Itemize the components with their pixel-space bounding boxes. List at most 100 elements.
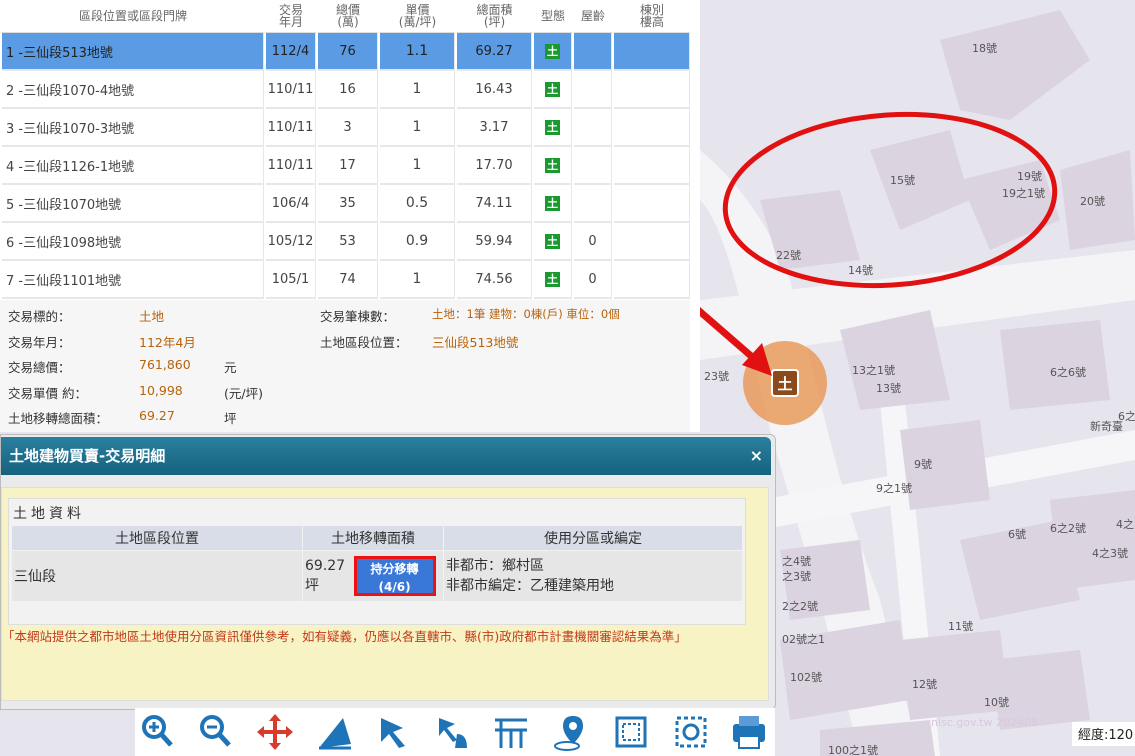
row-floors [614, 71, 690, 109]
row-total-price: 53 [318, 223, 378, 261]
frame-icon[interactable] [611, 712, 651, 752]
transaction-detail-dialog: 土地建物買賣-交易明細 × 土地資料 土地區段位置 土地移轉面積 使用分區或編定… [0, 434, 776, 710]
row-unit-price: 0.5 [380, 185, 455, 223]
dialog-title-bar[interactable]: 土地建物買賣-交易明細 × [1, 437, 771, 475]
row-date: 105/12 [266, 223, 316, 261]
land-col-zoning: 使用分區或編定 [444, 526, 742, 550]
land-area-cell: 69.27 坪 持分移轉 (4/6) [303, 551, 443, 601]
row-area: 74.56 [457, 261, 532, 299]
col-header-type: 型態 [534, 0, 572, 33]
row-total-price: 76 [318, 33, 378, 71]
row-floors [614, 109, 690, 147]
print-icon[interactable] [729, 712, 769, 752]
share-transfer-button[interactable]: 持分移轉 (4/6) [353, 556, 436, 596]
row-location: 2 -三仙段1070-4地號 [2, 71, 264, 109]
map-label: 02號之1 [782, 632, 825, 646]
summary-total-label: 交易總價： [8, 360, 71, 375]
zoom-out-icon[interactable] [195, 712, 235, 752]
row-age [574, 147, 612, 185]
summary-count-value: 土地：1筆 建物：0棟(戶) 車位：0個 [432, 307, 620, 321]
table-row[interactable]: 7 -三仙段1101地號 105/1 74 1 74.56 土 0 [2, 261, 690, 299]
row-location: 5 -三仙段1070地號 [2, 185, 264, 223]
map-label: 6之2號 [1050, 521, 1086, 535]
map-label: 19之1號 [1002, 186, 1045, 200]
map-label: 之4號 [782, 554, 811, 568]
table-row[interactable]: 3 -三仙段1070-3地號 110/11 3 1 3.17 土 [2, 109, 690, 147]
land-section-heading: 土地資料 [13, 506, 85, 522]
zoom-in-icon[interactable] [137, 712, 177, 752]
map-label: 9號 [914, 458, 932, 471]
row-date: 105/1 [266, 261, 316, 299]
close-icon[interactable]: × [750, 437, 763, 475]
land-col-area: 土地移轉面積 [303, 526, 443, 550]
row-area: 17.70 [457, 147, 532, 185]
map-label: 4之 [1116, 517, 1134, 531]
land-info-table: 土地區段位置 土地移轉面積 使用分區或編定 三仙段 69.27 坪 持分移轉 (… [11, 525, 743, 602]
summary-target-value: 土地 [139, 309, 165, 324]
summary-area-unit: 坪 [224, 411, 237, 426]
row-age: 0 [574, 223, 612, 261]
col-header-total: 總價 (萬) [318, 0, 378, 33]
row-type: 土 [534, 261, 572, 299]
map-label: 15號 [890, 174, 915, 187]
map-label: 13之1號 [852, 363, 895, 377]
map-label: 100之1號 [828, 743, 878, 756]
table-row[interactable]: 1 -三仙段513地號 112/4 76 1.1 69.27 土 [2, 33, 690, 71]
col-header-age: 屋齡 [574, 0, 612, 33]
land-marker-label: 土 [777, 375, 792, 393]
table-row[interactable]: 5 -三仙段1070地號 106/4 35 0.5 74.11 土 [2, 185, 690, 223]
table-row[interactable]: 4 -三仙段1126-1地號 110/11 17 1 17.70 土 [2, 147, 690, 185]
map-label: 13號 [876, 382, 901, 395]
land-col-location: 土地區段位置 [12, 526, 302, 550]
table-row[interactable]: 6 -三仙段1098地號 105/12 53 0.9 59.94 土 0 [2, 223, 690, 261]
dialog-title: 土地建物買賣-交易明細 [9, 447, 166, 465]
land-type-icon: 土 [545, 195, 560, 211]
summary-total-value: 761,860 [139, 357, 191, 372]
land-type-icon: 土 [545, 271, 560, 287]
row-total-price: 16 [318, 71, 378, 109]
summary-unit-unit: (元/坪) [224, 386, 263, 401]
parking-icon[interactable] [491, 712, 531, 752]
row-location: 1 -三仙段513地號 [2, 33, 264, 71]
select-icon[interactable] [375, 712, 415, 752]
zoning-line-2: 非都市編定：乙種建築用地 [446, 578, 614, 594]
transaction-table: 區段位置或區段門牌 交易 年月 總價 (萬) 單價 (萬/坪) 總面積 (坪) … [0, 0, 692, 299]
col-header-date: 交易 年月 [266, 0, 316, 33]
summary-unit-label: 交易單價 約： [8, 386, 87, 401]
col-header-location: 區段位置或區段門牌 [2, 0, 264, 33]
map-label: 10號 [984, 696, 1009, 709]
map-label: 20號 [1080, 195, 1105, 208]
location-icon[interactable] [551, 712, 591, 752]
row-total-price: 74 [318, 261, 378, 299]
frame-select-icon[interactable] [671, 712, 711, 752]
row-location: 3 -三仙段1070-3地號 [2, 109, 264, 147]
summary-count-label: 交易筆棟數： [320, 309, 396, 324]
row-unit-price: 1 [380, 147, 455, 185]
row-date: 110/11 [266, 109, 316, 147]
zoning-disclaimer: 「本網站提供之都市地區土地使用分區資訊僅供參考，如有疑義，仍應以各直轄市、縣(市… [2, 629, 687, 644]
map-label: 19號 [1017, 170, 1042, 183]
table-row[interactable]: 2 -三仙段1070-4地號 110/11 16 1 16.43 土 [2, 71, 690, 109]
map-label: 6之3 [1118, 409, 1135, 423]
land-location: 三仙段 [12, 551, 302, 601]
row-unit-price: 0.9 [380, 223, 455, 261]
transaction-summary: 交易標的： 土地 交易年月： 112年4月 交易總價： 761,860 元 交易… [0, 300, 690, 432]
land-type-icon: 土 [545, 119, 560, 135]
summary-location-value: 三仙段513地號 [432, 335, 519, 350]
pan-icon[interactable] [255, 712, 295, 752]
row-floors [614, 147, 690, 185]
map-label: 18號 [972, 42, 997, 55]
measure-area-icon[interactable] [315, 712, 355, 752]
map-label: 6之6號 [1050, 365, 1086, 379]
row-date: 112/4 [266, 33, 316, 71]
touch-icon[interactable] [433, 712, 473, 752]
row-unit-price: 1 [380, 71, 455, 109]
row-total-price: 3 [318, 109, 378, 147]
row-total-price: 17 [318, 147, 378, 185]
land-info-row: 三仙段 69.27 坪 持分移轉 (4/6) 非都市：鄉村區 非都市編定：乙種建… [12, 551, 742, 601]
row-floors [614, 223, 690, 261]
summary-total-unit: 元 [224, 360, 237, 375]
row-date: 110/11 [266, 147, 316, 185]
row-location: 7 -三仙段1101地號 [2, 261, 264, 299]
land-type-icon: 土 [545, 43, 560, 59]
